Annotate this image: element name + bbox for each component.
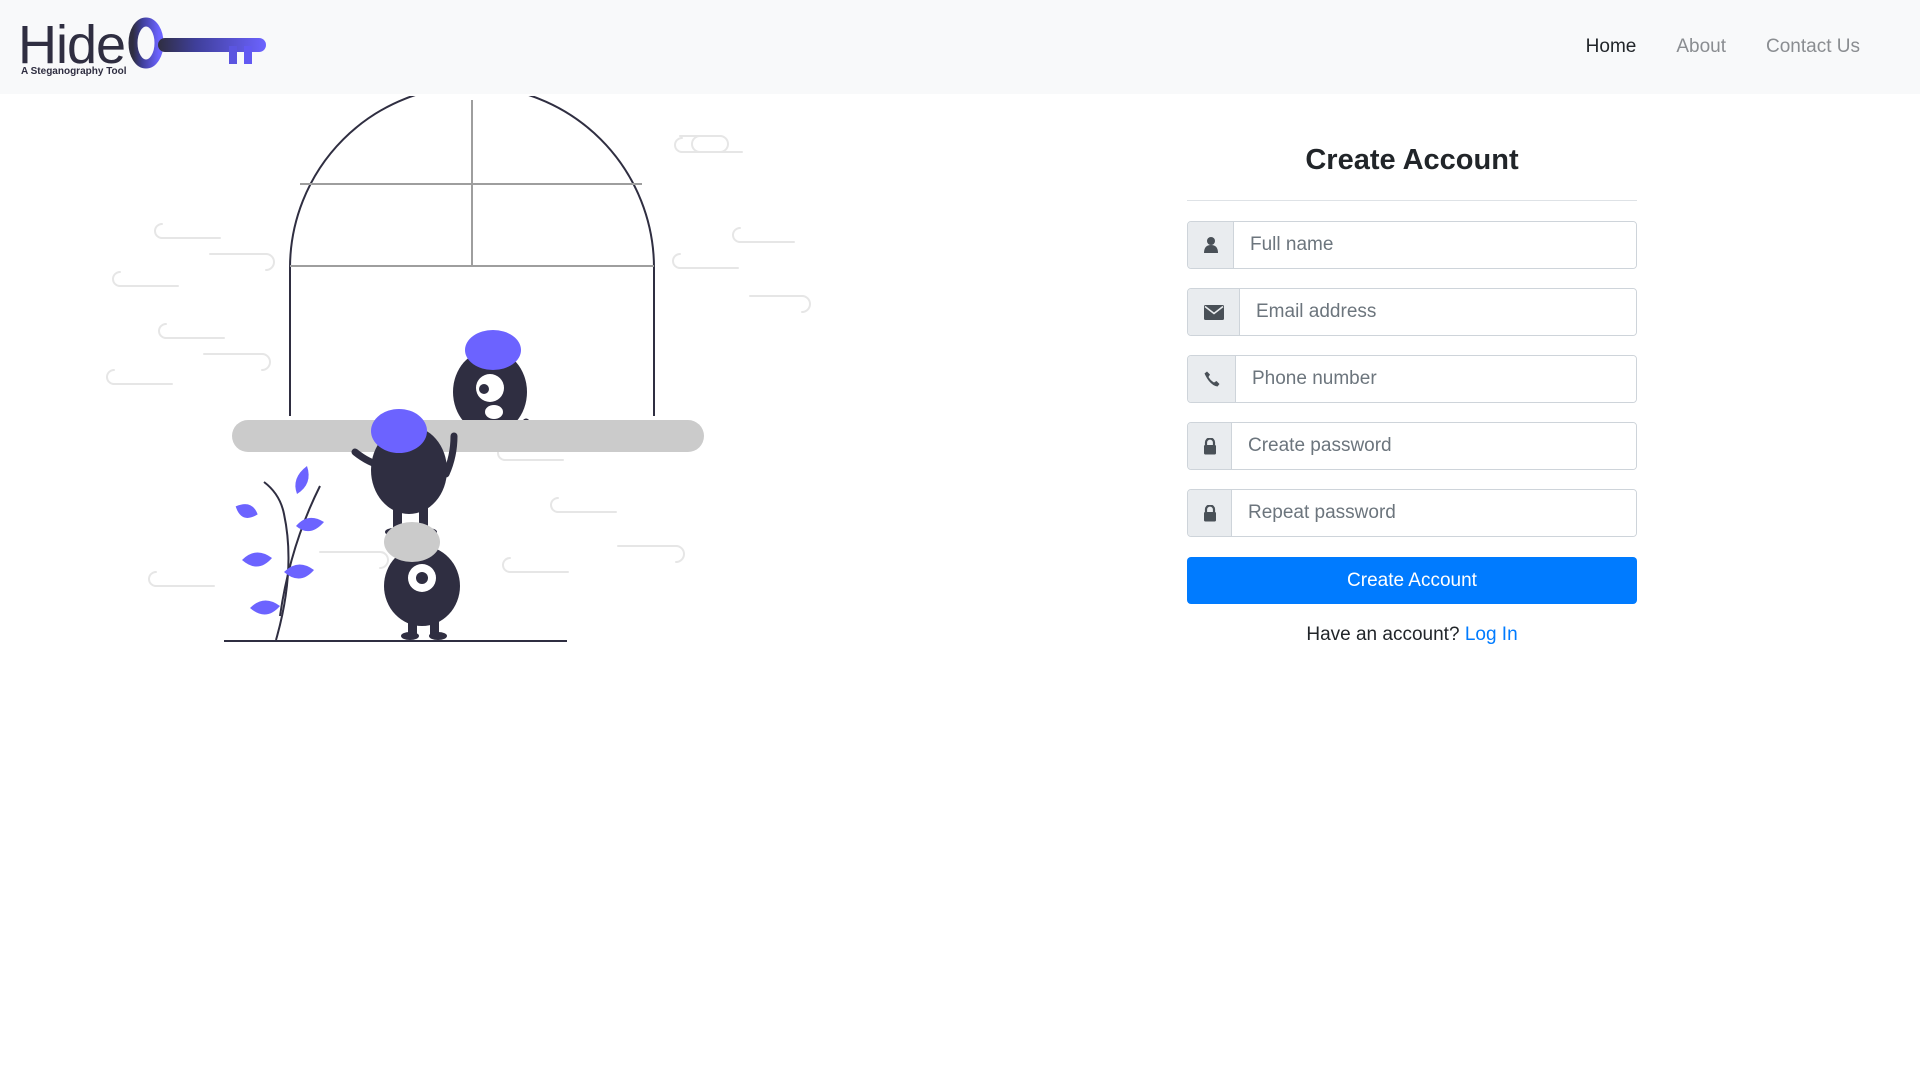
lock-icon	[1188, 423, 1232, 469]
plant	[235, 466, 324, 641]
phone-input[interactable]	[1236, 356, 1636, 402]
brand-logo[interactable]: Hide A Steganography Tool	[18, 14, 266, 84]
window-muntins	[290, 100, 654, 267]
phone-icon	[1188, 356, 1236, 402]
window-monsters-illustration	[106, 96, 811, 642]
email-input[interactable]	[1240, 289, 1636, 335]
email-group	[1187, 288, 1637, 336]
create-password-group	[1187, 422, 1637, 470]
nav-about[interactable]: About	[1676, 36, 1726, 58]
full-name-group	[1187, 221, 1637, 269]
phone-group	[1187, 355, 1637, 403]
brand-tagline: A Steganography Tool	[21, 66, 127, 77]
envelope-icon	[1188, 289, 1240, 335]
full-name-input[interactable]	[1234, 222, 1636, 268]
lock-icon	[1188, 490, 1232, 536]
nav-contact-us[interactable]: Contact Us	[1766, 36, 1860, 58]
login-prompt: Have an account? Log In	[1187, 624, 1637, 646]
nav-home[interactable]: Home	[1586, 36, 1637, 58]
wind-lines	[106, 135, 811, 587]
form-title: Create Account	[1305, 144, 1519, 176]
window-sill	[232, 420, 704, 452]
nav-menu: Home About Contact Us	[1586, 0, 1920, 94]
navbar: Hide A Steganography Tool Home About Con…	[0, 0, 1920, 94]
form-divider	[1187, 200, 1637, 201]
create-account-form: Create Account Full name Email address P…	[1187, 140, 1637, 646]
user-icon	[1188, 222, 1234, 268]
repeat-password-input[interactable]	[1232, 490, 1636, 536]
repeat-password-group	[1187, 489, 1637, 537]
key-icon	[128, 17, 266, 69]
create-account-button[interactable]: Create Account	[1187, 557, 1637, 604]
login-prompt-text: Have an account?	[1306, 624, 1460, 645]
bottom-monster	[384, 522, 460, 640]
login-link[interactable]: Log In	[1465, 624, 1518, 645]
create-password-input[interactable]	[1232, 423, 1636, 469]
